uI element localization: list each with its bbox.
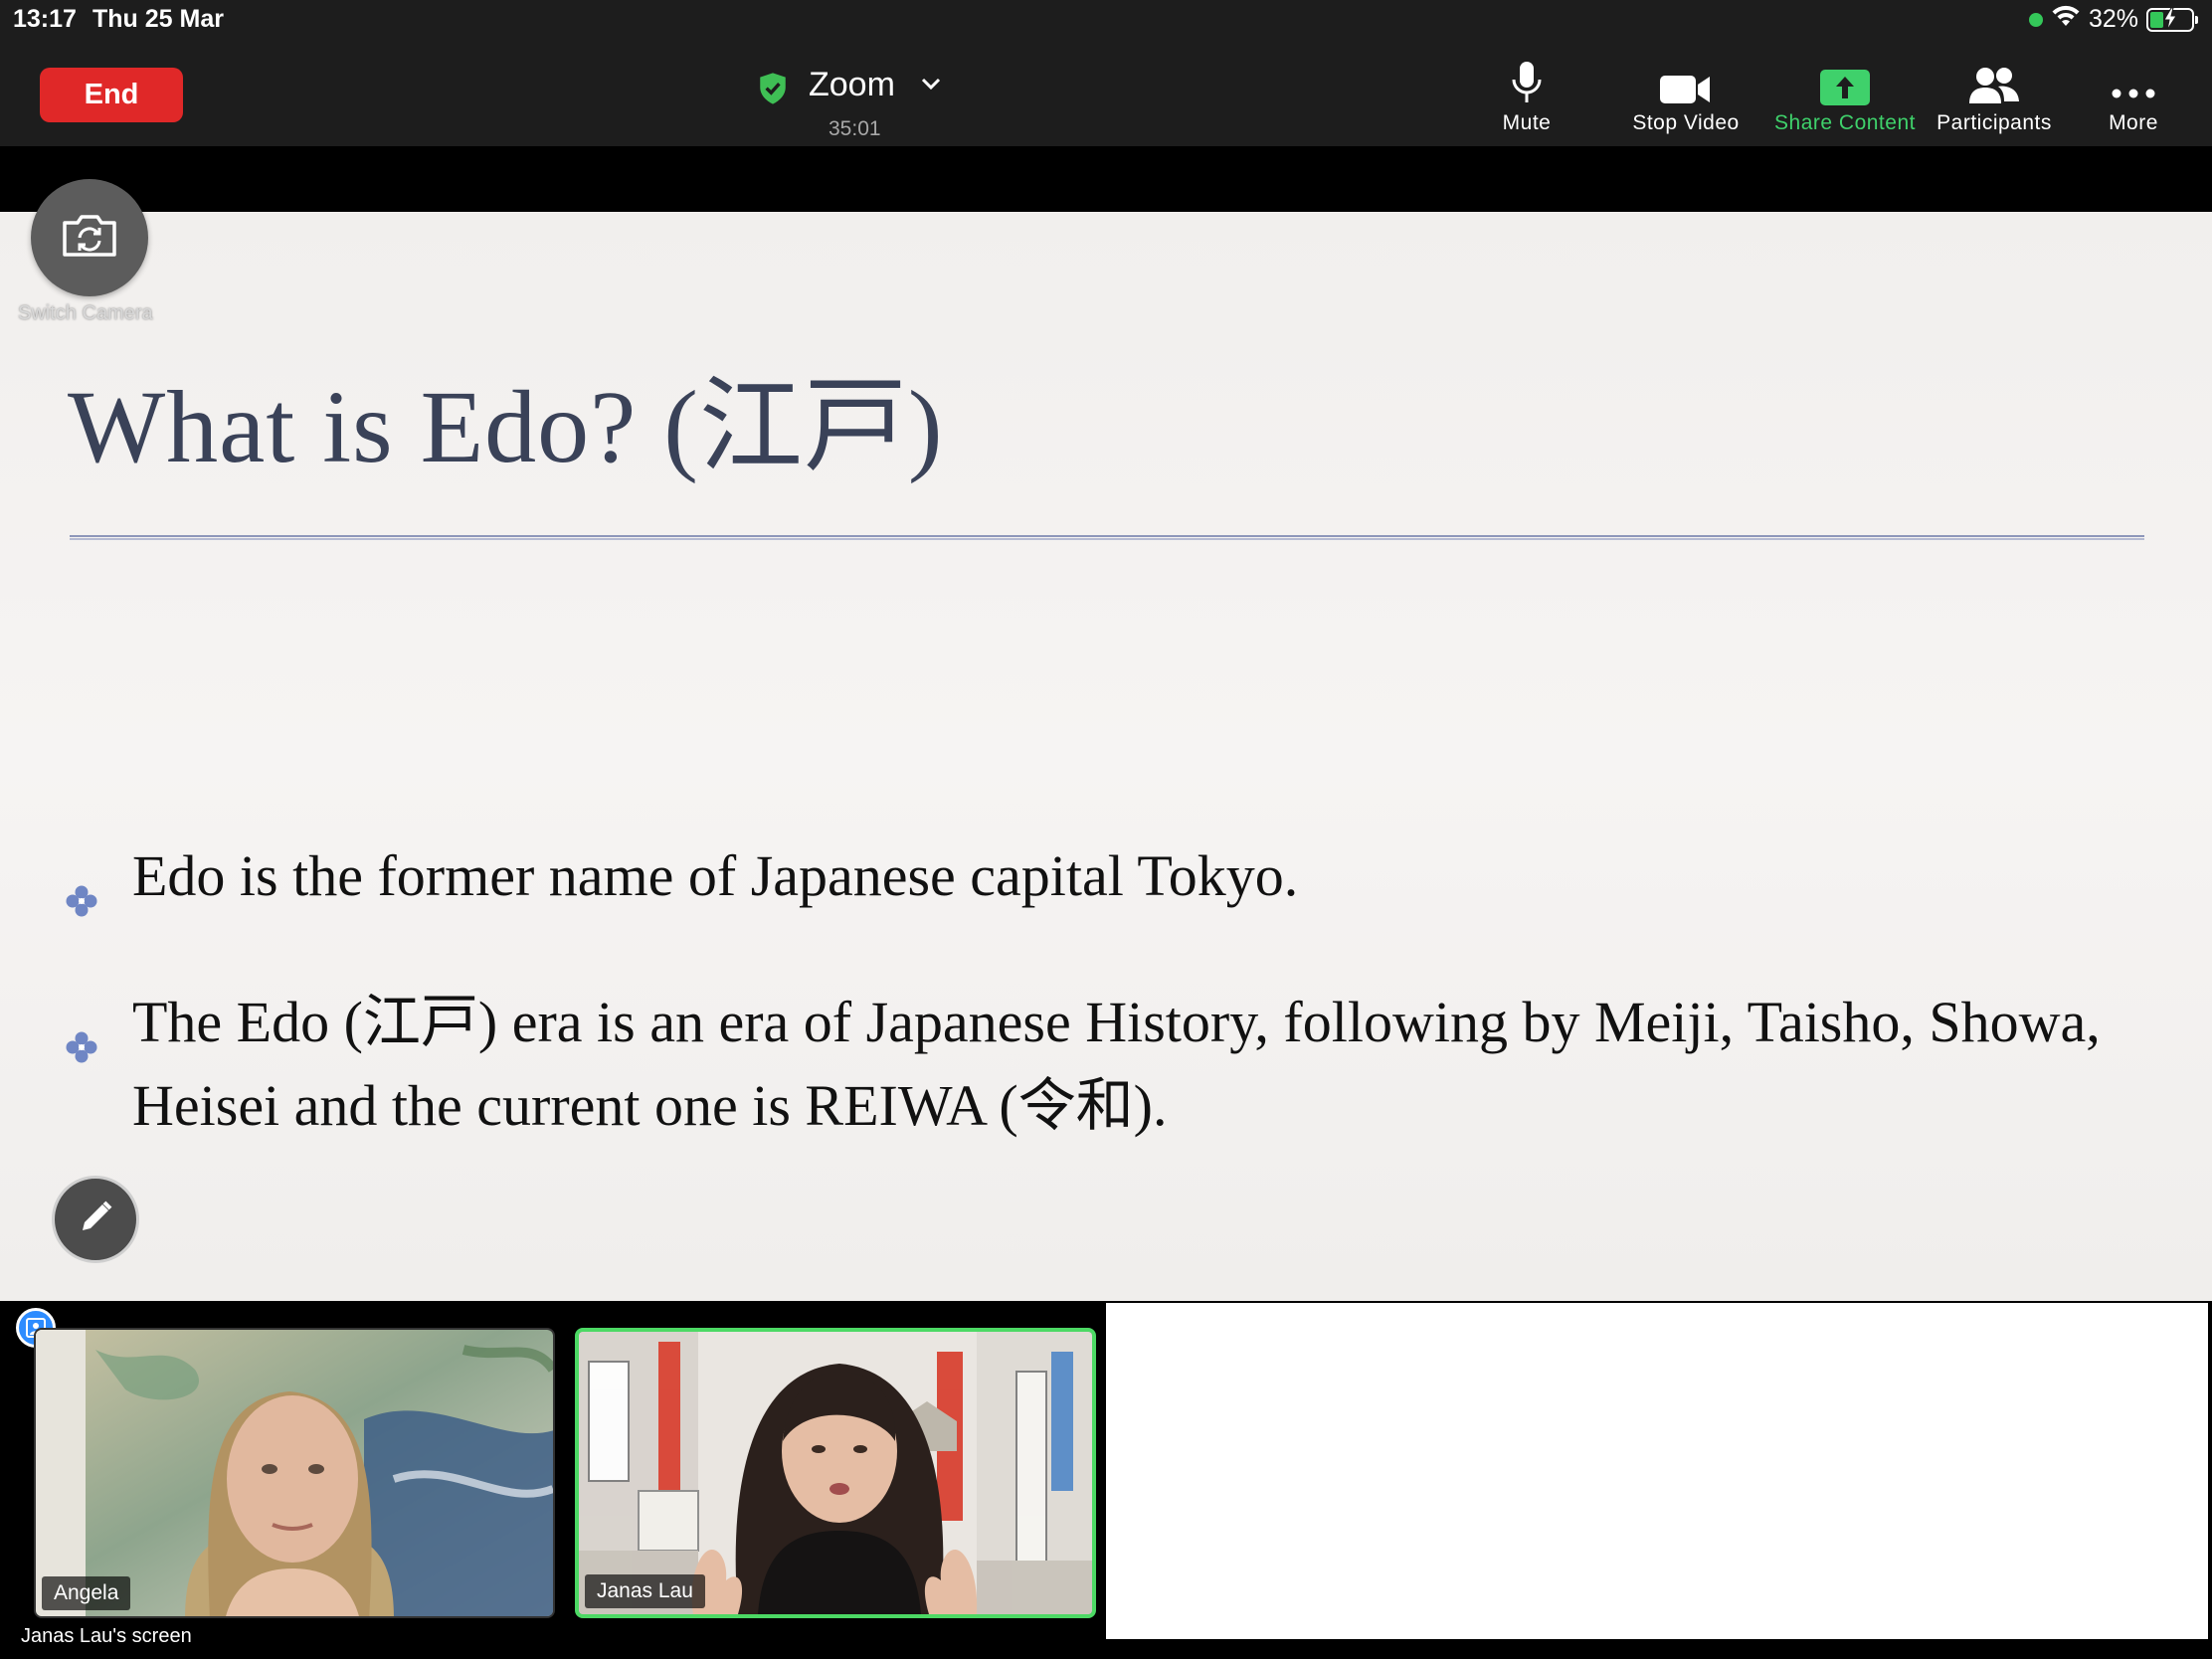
participants-button[interactable]: Participants [1930, 60, 2059, 139]
mute-button[interactable]: Mute [1482, 60, 1571, 139]
microphone-icon [1510, 60, 1544, 105]
meeting-title: Zoom [809, 66, 895, 103]
bullet-text: Edo is the former name of Japanese capit… [132, 843, 1299, 908]
participant-name-tag: Janas Lau [585, 1574, 705, 1608]
bullet-text: The Edo (江戸) era is an era of Japanese H… [132, 990, 2101, 1138]
more-button[interactable]: More [2089, 60, 2178, 139]
share-content-button[interactable]: Share Content [1765, 60, 1925, 139]
battery-icon [2146, 7, 2198, 32]
video-camera-icon [1660, 60, 1712, 105]
clover-bullet-icon [65, 1004, 98, 1087]
camera-in-use-dot [2028, 12, 2043, 27]
participant-video-feed [36, 1330, 553, 1616]
status-date: Thu 25 Mar [92, 5, 224, 33]
status-indicators: 32% [2028, 4, 2198, 35]
shared-screen-slide: What is Edo? (江戸) Edo is the former name… [0, 212, 2212, 1301]
participant-video-feed [579, 1332, 1092, 1614]
status-time: 13:17 [13, 5, 77, 33]
participant-name-tag: Angela [42, 1576, 131, 1610]
end-meeting-button[interactable]: End [40, 68, 183, 122]
camera-switch-icon [61, 213, 118, 264]
shared-screen-owner-label: Janas Lau's screen [8, 1621, 205, 1652]
active-speaker-video-tile[interactable]: Janas Lau [575, 1328, 1096, 1618]
share-content-label: Share Content [1774, 111, 1916, 134]
participants-icon [1968, 60, 2020, 105]
participants-label: Participants [1936, 111, 2052, 134]
stop-video-button[interactable]: Stop Video [1621, 60, 1751, 139]
slide-divider [70, 535, 2144, 540]
pencil-icon [77, 1198, 114, 1241]
switch-camera-label: Switch Camera [18, 302, 153, 324]
more-dots-icon [2111, 60, 2156, 105]
clover-bullet-icon [65, 857, 98, 941]
ios-status-bar: 13:17 Thu 25 Mar 32% [0, 0, 2212, 40]
slide-bullet: Edo is the former name of Japanese capit… [65, 834, 2163, 924]
mute-label: Mute [1502, 111, 1552, 134]
participant-video-tile[interactable]: Angela [34, 1328, 555, 1618]
battery-level [2150, 11, 2163, 28]
wifi-icon [2051, 4, 2081, 35]
annotate-button[interactable] [52, 1176, 139, 1263]
meeting-timer: 35:01 [829, 117, 881, 140]
switch-camera-button[interactable] [31, 179, 148, 296]
chevron-down-icon [920, 76, 942, 96]
slide-bullet: The Edo (江戸) era is an era of Japanese H… [65, 981, 2163, 1160]
encryption-shield-icon [756, 72, 790, 110]
battery-percent: 32% [2088, 5, 2138, 33]
more-label: More [2109, 111, 2158, 134]
stop-video-label: Stop Video [1632, 111, 1740, 134]
share-screen-icon [1820, 60, 1870, 105]
slide-title: What is Edo? (江戸) [68, 370, 944, 484]
meeting-toolbar: 13:17 Thu 25 Mar 32% End Zoom 35:01 Mute… [0, 0, 2212, 146]
meeting-info[interactable]: Zoom 35:01 [756, 62, 955, 141]
empty-video-area [1106, 1303, 2208, 1639]
